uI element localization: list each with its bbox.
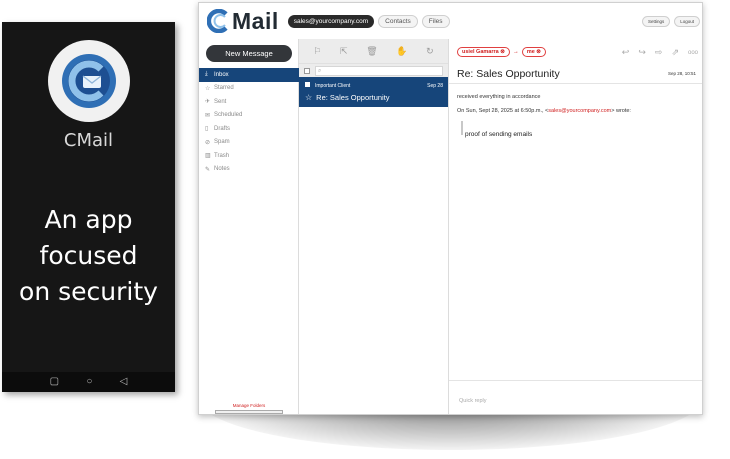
tagline-line: An app xyxy=(44,205,133,234)
sidebar-item-label: Inbox xyxy=(214,71,229,78)
folder-list: ⤓ Inbox ☆ Starred ✈ Sent ✉ Scheduled ▯ D… xyxy=(199,68,299,176)
logout-button[interactable]: Logout xyxy=(674,16,700,27)
select-all-checkbox[interactable] xyxy=(304,67,310,74)
inbox-icon: ⤓ xyxy=(205,71,208,78)
brand-c-icon xyxy=(207,9,228,33)
sidebar-item-label: Scheduled xyxy=(214,112,243,119)
list-toolbar: ⚐ ⇱ 🗑 ✋ ↻ xyxy=(299,39,448,63)
tagline-line: focused xyxy=(39,241,138,270)
sidebar-scrollbar[interactable] xyxy=(215,410,283,414)
arrow-right-icon: → xyxy=(512,49,519,55)
message-subject: Re: Sales Opportunity xyxy=(316,93,390,102)
top-bar: Mail sales@yourcompany.com Contacts File… xyxy=(199,3,702,39)
files-tab[interactable]: Files xyxy=(421,14,450,28)
header-divider xyxy=(449,83,702,84)
reply-icon[interactable]: ↩ xyxy=(622,47,630,59)
quote-header: On Sun, Sept 28, 2025 at 6:50p.m., <sale… xyxy=(457,108,631,114)
sidebar-item-inbox[interactable]: ⤓ Inbox xyxy=(199,68,299,82)
sidebar-item-spam[interactable]: ⊘ Spam xyxy=(199,136,299,150)
sidebar-item-trash[interactable]: ▥ Trash xyxy=(199,149,299,163)
send-icon: ✈ xyxy=(205,99,211,106)
mail-window: Mail sales@yourcompany.com Contacts File… xyxy=(198,2,703,415)
sidebar-item-label: Starred xyxy=(214,85,234,92)
draft-icon: ▯ xyxy=(205,126,209,133)
sidebar: New Message ⤓ Inbox ☆ Starred ✈ Sent ✉ S… xyxy=(199,39,299,414)
message-timestamp: Sep 28, 10:51 xyxy=(667,71,696,76)
reading-pane: usiel Gamarra ⊗ → me ⊗ ↩ ↪ ⇨ ⇗ ooo Re: S… xyxy=(449,39,702,414)
message-actions: ↩ ↪ ⇨ ⇗ ooo xyxy=(622,47,698,59)
message-label-wrap: Important Client xyxy=(305,82,350,89)
phone-tagline: An app focused on security xyxy=(2,202,175,310)
more-icon[interactable]: ooo xyxy=(688,47,698,59)
sidebar-item-label: Notes xyxy=(214,166,230,173)
new-message-button[interactable]: New Message xyxy=(206,45,292,62)
screen: CMail An app focused on security ▢ ○ ◁ M… xyxy=(0,0,730,459)
hand-icon[interactable]: ✋ xyxy=(396,46,407,57)
recent-apps-icon[interactable]: ▢ xyxy=(50,377,59,387)
star-icon: ☆ xyxy=(205,85,211,92)
forward-icon[interactable]: ⇨ xyxy=(655,47,663,59)
search-input[interactable]: ⌕ xyxy=(315,65,443,76)
sidebar-item-notes[interactable]: ✎ Notes xyxy=(199,163,299,177)
label-icon[interactable]: ⚐ xyxy=(313,46,321,57)
sidebar-item-label: Trash xyxy=(214,152,230,159)
brand-logo[interactable]: Mail xyxy=(207,8,279,35)
phone-nav-bar: ▢ ○ ◁ xyxy=(2,372,175,392)
message-label: Important Client xyxy=(315,83,351,89)
phone-splash: CMail An app focused on security ▢ ○ ◁ xyxy=(2,22,175,392)
body-text: received everything in accordance xyxy=(457,94,541,100)
phone-app-name: CMail xyxy=(63,130,114,151)
message-subject-title: Re: Sales Opportunity xyxy=(457,68,560,80)
sidebar-item-label: Spam xyxy=(214,139,230,146)
quick-reply-input[interactable]: Quick reply xyxy=(449,380,702,414)
settings-button[interactable]: Settings xyxy=(641,16,671,27)
sidebar-item-drafts[interactable]: ▯ Drafts xyxy=(199,122,299,136)
quote-suffix: > wrote: xyxy=(611,108,631,114)
message-meta: Important Client Sep 28 xyxy=(305,82,443,89)
quoted-text: proof of sending emails xyxy=(465,131,533,138)
back-icon[interactable]: ◁ xyxy=(120,377,128,387)
sidebar-item-sent[interactable]: ✈ Sent xyxy=(199,95,299,109)
account-pill[interactable]: sales@yourcompany.com xyxy=(287,14,375,28)
message-list: ⚐ ⇱ 🗑 ✋ ↻ ⌕ Important Client Sep 28 ☆ Re… xyxy=(299,39,449,414)
top-right-controls: Settings Logout xyxy=(641,16,700,27)
scheduled-icon: ✉ xyxy=(205,112,211,119)
list-search-bar: ⌕ xyxy=(299,63,448,77)
refresh-icon[interactable]: ↻ xyxy=(426,46,434,57)
quote-bar xyxy=(461,121,463,135)
sender-tag[interactable]: usiel Gamarra ⊗ xyxy=(457,47,510,57)
sidebar-item-label: Drafts xyxy=(214,125,231,132)
spam-icon: ⊘ xyxy=(205,139,211,146)
quote-email-link[interactable]: sales@yourcompany.com xyxy=(548,108,611,114)
tagline-line: on security xyxy=(19,277,158,306)
trash-icon: ▥ xyxy=(205,153,211,160)
message-checkbox[interactable] xyxy=(305,82,310,87)
trash-icon[interactable]: 🗑 xyxy=(366,46,377,57)
reply-all-icon[interactable]: ↪ xyxy=(638,47,646,59)
sidebar-item-starred[interactable]: ☆ Starred xyxy=(199,82,299,96)
cmail-logo-icon xyxy=(48,40,130,122)
home-icon[interactable]: ○ xyxy=(86,377,92,387)
star-icon[interactable]: ☆ xyxy=(305,93,312,102)
message-date: Sep 28 xyxy=(427,82,443,89)
sidebar-item-scheduled[interactable]: ✉ Scheduled xyxy=(199,109,299,123)
brand-name: Mail xyxy=(232,7,279,34)
pencil-icon: ✎ xyxy=(205,166,211,173)
contacts-tab[interactable]: Contacts xyxy=(378,14,418,28)
open-external-icon[interactable]: ⇗ xyxy=(671,47,679,59)
recipient-tag[interactable]: me ⊗ xyxy=(521,47,546,57)
message-row[interactable]: Important Client Sep 28 ☆ Re: Sales Oppo… xyxy=(299,77,448,107)
move-icon[interactable]: ⇱ xyxy=(340,46,348,57)
quote-prefix: On Sun, Sept 28, 2025 at 6:50p.m., < xyxy=(457,108,549,114)
message-subject-line: ☆ Re: Sales Opportunity xyxy=(305,93,443,102)
manage-folders-link[interactable]: Manage Folders xyxy=(199,403,299,408)
sidebar-item-label: Sent xyxy=(214,98,227,105)
